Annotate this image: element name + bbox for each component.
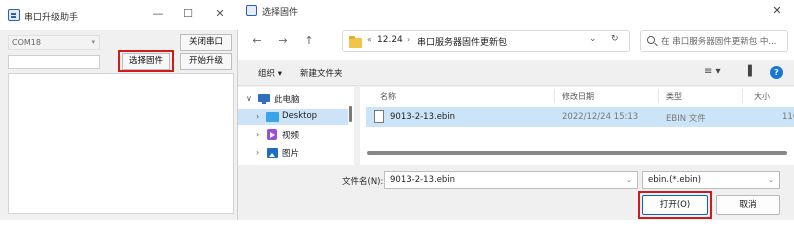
file-list: 名称 修改日期 类型 大小 9013-2-13.ebin 2022/12/24 … [360, 87, 794, 165]
breadcrumb-item[interactable]: 串口服务器固件更新包 [417, 35, 507, 48]
port-select-value: COM18 [12, 38, 41, 47]
chevron-down-icon[interactable]: ⌄ [626, 176, 632, 184]
minimize-button[interactable]: — [146, 4, 170, 24]
chevron-right-icon[interactable]: › [256, 112, 259, 121]
close-button[interactable]: ✕ [208, 4, 232, 24]
title-bar: 串口升级助手 — ☐ ✕ [0, 0, 238, 30]
file-type: EBIN 文件 [666, 114, 706, 124]
chevron-right-icon[interactable]: › [256, 130, 259, 139]
dialog-footer: 文件名(N): 9013-2-13.ebin ⌄ ebin.(*.ebin) ⌄… [238, 165, 794, 220]
file-modified: 2022/12/24 15:13 [562, 112, 639, 122]
file-size: 110 [782, 112, 794, 122]
organize-menu[interactable]: 组织 ▾ [258, 67, 282, 79]
close-port-button[interactable]: 关闭串口 [180, 34, 232, 51]
start-upgrade-button[interactable]: 开始升级 [180, 53, 232, 70]
dialog-close-button[interactable]: ✕ [768, 2, 786, 20]
chevron-down-icon[interactable]: ∨ [246, 94, 252, 103]
file-name-input[interactable]: 9013-2-13.ebin ⌄ [384, 171, 638, 189]
chevron-right-icon[interactable]: › [256, 148, 259, 157]
back-icon[interactable]: ← [248, 32, 266, 50]
tree-item-label: 此电脑 [274, 95, 300, 105]
forward-icon[interactable]: → [274, 32, 292, 50]
maximize-button[interactable]: ☐ [176, 4, 200, 24]
tree-item-label: Desktop [282, 111, 318, 121]
breadcrumb-overflow[interactable]: « [367, 35, 372, 44]
chevron-down-icon: ▾ [91, 38, 95, 46]
pictures-icon [267, 148, 278, 158]
tree-item-desktop[interactable]: › Desktop [238, 109, 348, 125]
search-placeholder: 在 串口服务器固件更新包 中... [661, 37, 777, 47]
dialog-title-bar: 选择固件 ✕ [238, 0, 794, 22]
chevron-down-icon[interactable]: ⌄ [589, 34, 597, 44]
column-header-size[interactable]: 大小 [754, 91, 770, 102]
chevron-down-icon: ⌄ [768, 176, 774, 184]
breadcrumb-separator: › [407, 35, 411, 44]
folder-icon [349, 36, 362, 48]
file-row[interactable]: 9013-2-13.ebin 2022/12/24 15:13 EBIN 文件 … [366, 107, 794, 127]
column-header-type[interactable]: 类型 [666, 91, 682, 102]
column-divider [554, 89, 555, 103]
address-bar[interactable]: « 12.24 › 串口服务器固件更新包 ⌄ ↻ [342, 30, 630, 52]
log-output[interactable] [8, 73, 234, 214]
file-name: 9013-2-13.ebin [390, 112, 456, 122]
navigation-pane: ∨ 此电脑 › Desktop › 视频 › 图片 [238, 87, 354, 165]
search-box[interactable]: 在 串口服务器固件更新包 中... [640, 30, 788, 52]
file-icon [374, 110, 384, 123]
desktop-icon [266, 112, 279, 122]
navigation-scrollbar[interactable] [349, 106, 352, 122]
computer-icon [258, 94, 270, 104]
tree-item-pictures[interactable]: › 图片 [238, 145, 354, 161]
upgrade-helper-window: 串口升级助手 — ☐ ✕ COM18 ▾ 关闭串口 选择固件 开始升级 [0, 0, 238, 220]
file-open-dialog: 选择固件 ✕ ← → ↑ « 12.24 › 串口服务器固件更新包 ⌄ ↻ 在 … [238, 0, 794, 220]
window-title: 串口升级助手 [24, 13, 79, 23]
command-bar: 组织 ▾ 新建文件夹 ≡ ▾ ▐ ? [238, 60, 794, 86]
refresh-icon[interactable]: ↻ [611, 34, 619, 44]
port-select[interactable]: COM18 ▾ [8, 35, 100, 50]
help-icon[interactable]: ? [770, 66, 783, 79]
navigation-bar: ← → ↑ « 12.24 › 串口服务器固件更新包 ⌄ ↻ 在 串口服务器固件… [238, 22, 794, 60]
column-header-modified[interactable]: 修改日期 [562, 91, 594, 102]
file-path-field[interactable] [8, 55, 100, 69]
tree-item-this-pc[interactable]: ∨ 此电脑 [238, 91, 354, 107]
column-divider [658, 89, 659, 103]
file-type-value: ebin.(*.ebin) [648, 175, 702, 185]
up-icon[interactable]: ↑ [300, 32, 318, 50]
column-divider [742, 89, 743, 103]
search-icon [647, 36, 655, 44]
column-header-name[interactable]: 名称 [380, 91, 396, 102]
cancel-button[interactable]: 取消 [716, 195, 780, 215]
highlight-box [638, 191, 712, 219]
new-folder-button[interactable]: 新建文件夹 [300, 67, 343, 79]
view-options-icon[interactable]: ≡ ▾ [704, 66, 721, 77]
tree-item-videos[interactable]: › 视频 [238, 127, 354, 143]
video-icon [267, 129, 277, 140]
file-name-label: 文件名(N): [342, 177, 384, 187]
dialog-title: 选择固件 [262, 8, 299, 18]
dialog-app-icon [246, 5, 257, 16]
breadcrumb-item[interactable]: 12.24 [377, 35, 403, 45]
horizontal-scrollbar[interactable] [367, 151, 787, 155]
app-icon [8, 9, 20, 21]
file-name-value: 9013-2-13.ebin [390, 175, 456, 185]
preview-pane-icon[interactable]: ▐ [744, 66, 752, 77]
highlight-box [118, 50, 174, 72]
tree-item-label: 图片 [282, 149, 300, 159]
file-type-select[interactable]: ebin.(*.ebin) ⌄ [642, 171, 780, 189]
tree-item-label: 视频 [282, 131, 300, 141]
